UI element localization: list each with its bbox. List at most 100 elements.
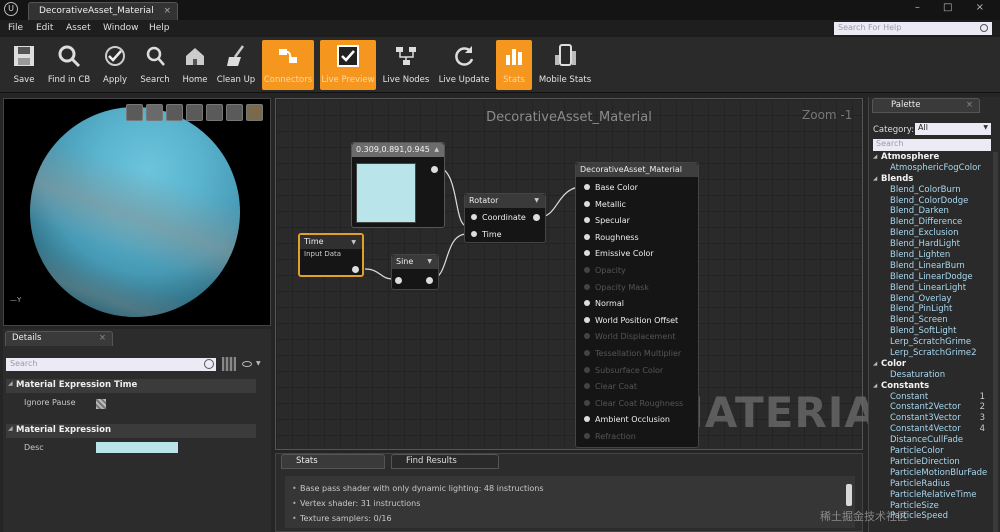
cylinder-preview-icon[interactable] (126, 104, 143, 121)
palette-item[interactable]: Blend_ColorDodge (873, 196, 993, 207)
material-input-pin[interactable]: Clear Coat Roughness (583, 399, 683, 408)
tab-find-results[interactable]: Find Results (391, 454, 499, 469)
palette-category[interactable]: Atmosphere (873, 152, 993, 163)
palette-item[interactable]: Constant4Vector 4 (873, 424, 993, 435)
palette-item[interactable]: Constant2Vector 2 (873, 402, 993, 413)
input-pin[interactable] (395, 277, 402, 284)
material-input-pin[interactable]: Tessellation Multiplier (583, 349, 681, 358)
palette-item[interactable]: Desaturation (873, 370, 993, 381)
mobile-stats-button[interactable]: Mobile Stats (538, 40, 592, 90)
palette-category[interactable]: Constants (873, 381, 993, 392)
tab-stats[interactable]: Stats (281, 454, 385, 469)
details-tab[interactable]: Details × (5, 331, 113, 346)
stats-scrollbar[interactable] (846, 484, 852, 506)
home-button[interactable]: Home (177, 40, 213, 90)
material-input-pin[interactable]: Emissive Color (584, 249, 654, 258)
rotator-time-pin[interactable]: Time (471, 230, 502, 239)
palette-item[interactable]: Blend_ColorBurn (873, 185, 993, 196)
sphere-preview-icon[interactable] (146, 104, 163, 121)
palette-item[interactable]: Blend_Overlay (873, 294, 993, 305)
chevron-down-icon[interactable]: ▼ (427, 258, 432, 265)
section-material-expression-time[interactable]: Material Expression Time (6, 379, 256, 393)
close-tab-icon[interactable]: × (163, 6, 171, 16)
chevron-down-icon[interactable]: ▼ (534, 197, 539, 204)
material-input-pin[interactable]: Clear Coat (584, 382, 637, 391)
palette-search-input[interactable]: Search (873, 139, 991, 151)
palette-item[interactable]: Blend_HardLight (873, 239, 993, 250)
chevron-down-icon[interactable]: ▼ (351, 239, 356, 246)
palette-item[interactable]: Blend_PinLight (873, 304, 993, 315)
menu-window[interactable]: Window (103, 23, 139, 33)
live-preview-button[interactable]: Live Preview (320, 40, 376, 90)
menu-file[interactable]: File (8, 23, 23, 33)
find-in-cb-button[interactable]: Find in CB (46, 40, 92, 90)
palette-item[interactable]: ParticleRadius (873, 479, 993, 490)
palette-category[interactable]: Color (873, 359, 993, 370)
search-button[interactable]: Search (137, 40, 173, 90)
palette-item[interactable]: Blend_Screen (873, 315, 993, 326)
close-details-icon[interactable]: × (99, 333, 106, 343)
help-search-input[interactable]: Search For Help (834, 22, 992, 35)
material-input-pin[interactable]: Opacity (584, 266, 626, 275)
palette-item[interactable]: Lerp_ScratchGrime2 (873, 348, 993, 359)
palette-item[interactable]: DistanceCullFade (873, 435, 993, 446)
material-input-pin[interactable]: World Displacement (583, 332, 675, 341)
palette-tab[interactable]: Palette × (872, 98, 980, 113)
mesh-preview-icon[interactable] (206, 104, 223, 121)
material-input-pin[interactable]: Ambient Occlusion (584, 415, 670, 424)
palette-category[interactable]: Blends (873, 174, 993, 185)
palette-item[interactable]: Blend_LinearDodge (873, 272, 993, 283)
constant3vector-node[interactable]: 0.309,0.891,0.945 ▲ (351, 142, 445, 228)
rotator-coordinate-pin[interactable]: Coordinate (471, 213, 526, 222)
menu-asset[interactable]: Asset (66, 23, 91, 33)
close-palette-icon[interactable]: × (966, 100, 973, 110)
material-input-pin[interactable]: Subsurface Color (583, 366, 663, 375)
palette-scrollbar[interactable] (993, 152, 998, 532)
live-nodes-button[interactable]: Live Nodes (381, 40, 431, 90)
palette-item[interactable]: Blend_SoftLight (873, 326, 993, 337)
palette-item[interactable]: ParticleColor (873, 446, 993, 457)
palette-item[interactable]: Blend_LinearLight (873, 283, 993, 294)
live-update-button[interactable]: Live Update (437, 40, 491, 90)
material-input-pin[interactable]: Opacity Mask (584, 283, 649, 292)
view-options-icon[interactable] (222, 357, 236, 371)
category-select[interactable]: All (915, 123, 991, 135)
palette-item[interactable]: Blend_LinearBurn (873, 261, 993, 272)
palette-item[interactable]: Lerp_ScratchGrime (873, 337, 993, 348)
material-input-pin[interactable]: Roughness (584, 233, 639, 242)
document-tab[interactable]: DecorativeAsset_Material × (28, 2, 178, 20)
stats-button[interactable]: Stats (496, 40, 532, 90)
connectors-button[interactable]: Connectors (262, 40, 314, 90)
palette-item[interactable]: Blend_Lighten (873, 250, 993, 261)
eye-icon[interactable] (242, 361, 252, 367)
palette-item[interactable]: Blend_Difference (873, 217, 993, 228)
plane-preview-icon[interactable] (166, 104, 183, 121)
output-pin[interactable] (352, 266, 359, 273)
cube-preview-icon[interactable] (186, 104, 203, 121)
grid-toggle-icon[interactable] (226, 104, 243, 121)
palette-item[interactable]: Constant 1 (873, 392, 993, 403)
output-pin[interactable] (426, 277, 433, 284)
material-result-node[interactable]: DecorativeAsset_Material Base Color Metal… (575, 162, 699, 448)
material-input-pin[interactable]: Base Color (584, 183, 638, 192)
material-input-pin[interactable]: World Position Offset (583, 316, 678, 325)
desc-input[interactable] (96, 442, 178, 453)
ignore-pause-checkbox[interactable] (96, 399, 106, 409)
palette-item[interactable]: Constant3Vector 3 (873, 413, 993, 424)
menu-help[interactable]: Help (149, 23, 170, 33)
output-pin[interactable] (533, 214, 540, 221)
palette-item[interactable]: Blend_Darken (873, 206, 993, 217)
menu-edit[interactable]: Edit (36, 23, 53, 33)
palette-item[interactable]: ParticleRelativeTime (873, 490, 993, 501)
chevron-down-icon[interactable]: ▼ (256, 360, 261, 367)
rotator-node[interactable]: Rotator ▼ Coordinate Time (464, 193, 546, 243)
palette-item[interactable]: ParticleMotionBlurFade (873, 468, 993, 479)
apply-button[interactable]: Apply (97, 40, 133, 90)
material-input-pin[interactable]: Refraction (584, 432, 636, 441)
output-pin[interactable] (431, 166, 438, 173)
window-controls[interactable]: – □ × (915, 2, 994, 13)
clean-up-button[interactable]: Clean Up (216, 40, 256, 90)
details-search-input[interactable]: Search (6, 358, 216, 371)
time-node[interactable]: Time ▼ Input Data (298, 233, 364, 277)
palette-item[interactable]: ParticleDirection (873, 457, 993, 468)
